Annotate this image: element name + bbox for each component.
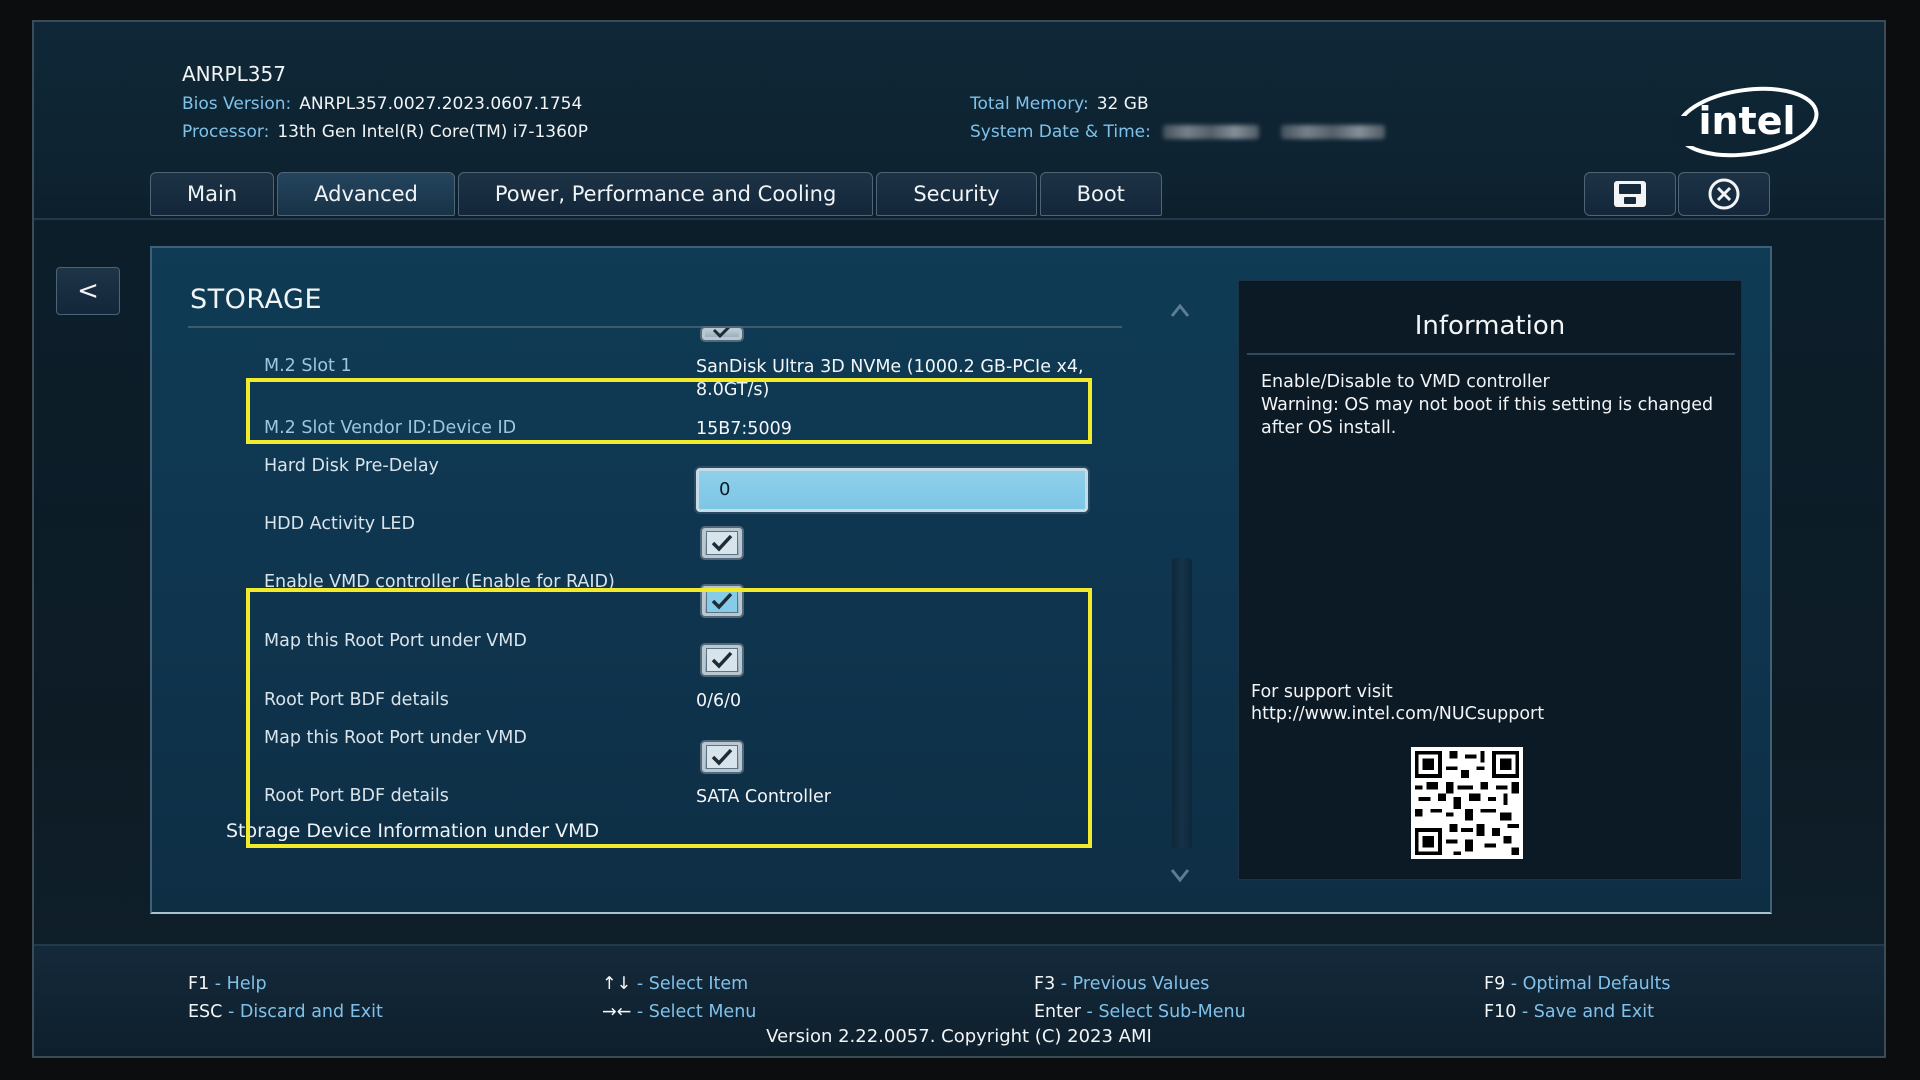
information-panel: Information Enable/Disable to VMD contro… [1238,280,1742,880]
total-memory-value: 32 GB [1096,94,1149,114]
save-button[interactable] [1584,172,1676,216]
intel-logo: intel [1672,86,1819,158]
help-key: F1 [188,974,210,994]
processor-label: Processor: [182,122,270,142]
m2-slot-label: M.2 Slot 1 [264,356,352,376]
version-copyright: Version 2.22.0057. Copyright (C) 2023 AM… [766,1026,1152,1047]
redacted-date [1162,125,1259,139]
hdd-pre-delay-input[interactable]: 0 [696,468,1088,512]
bios-window: ANRPL357 Bios Version: ANRPL357.0027.2023… [32,20,1886,1058]
help-desc: Help [226,974,267,994]
save-exit-desc: Save and Exit [1533,1002,1654,1022]
intel-logo-text: intel [1698,99,1795,143]
cutoff-checkbox[interactable] [700,326,744,342]
page-title: STORAGE [190,284,323,315]
total-memory-label: Total Memory: [970,94,1089,114]
select-menu-hint: →← - Select Menu [602,1002,757,1022]
help-hint: F1 - Help [188,974,267,994]
support-url: http://www.intel.com/NUCsupport [1251,704,1545,724]
system-datetime-label: System Date & Time: [970,122,1151,142]
esc-desc: Discard and Exit [239,1002,383,1022]
close-circle-icon [1708,178,1740,210]
exit-button[interactable] [1678,172,1770,216]
select-item-desc: Select Item [648,974,749,994]
save-exit-hint: F10 - Save and Exit [1484,1002,1654,1022]
information-text: Enable/Disable to VMD controller Warning… [1261,372,1714,438]
highlight-m2-slot [246,378,1092,444]
total-memory-row: Total Memory: 32 GB [970,94,1149,114]
information-divider [1247,353,1735,355]
bios-version-label: Bios Version: [182,94,292,114]
arrow-leftright-key: →← [602,1002,632,1022]
tab-security[interactable]: Security [876,172,1037,216]
tab-advanced[interactable]: Advanced [277,172,455,216]
floppy-disk-icon [1614,181,1646,207]
tab-divider [34,218,1884,220]
esc-hint: ESC - Discard and Exit [188,1002,383,1022]
tab-power-performance-cooling[interactable]: Power, Performance and Cooling [457,172,874,216]
scrollbar-track[interactable] [1172,558,1192,848]
select-submenu-hint: Enter - Select Sub-Menu [1034,1002,1246,1022]
system-model: ANRPL357 [182,62,286,86]
select-item-hint: ↑↓ - Select Item [602,974,749,994]
system-datetime-row: System Date & Time: [970,122,1385,142]
support-line: For support visit [1251,682,1393,702]
main-tabs: Main Advanced Power, Performance and Coo… [150,172,1162,216]
information-title: Information [1414,311,1566,341]
select-submenu-desc: Select Sub-Menu [1098,1002,1246,1022]
checkmark-icon [711,534,733,552]
redacted-time [1280,125,1385,139]
tab-boot[interactable]: Boot [1039,172,1162,216]
support-text: For support visit http://www.intel.com/N… [1251,681,1544,725]
hdd-activity-led-checkbox[interactable] [700,526,744,560]
title-divider [188,326,1122,328]
hdd-activity-led-label: HDD Activity LED [264,514,415,534]
tab-main[interactable]: Main [150,172,275,216]
f9-key: F9 [1484,974,1506,994]
previous-values-hint: F3 - Previous Values [1034,974,1210,994]
storage-panel: STORAGE M.2 Slot 1 SanDisk Ultra 3D NVMe… [150,246,1772,914]
enter-key: Enter [1034,1002,1081,1022]
esc-key: ESC [188,1002,223,1022]
f3-key: F3 [1034,974,1056,994]
processor-row: Processor: 13th Gen Intel(R) Core(TM) i7-… [182,122,588,142]
bios-version-row: Bios Version: ANRPL357.0027.2023.0607.175… [182,94,582,114]
qr-code-image [1411,747,1523,859]
highlight-vmd-group [246,588,1092,848]
previous-values-desc: Previous Values [1072,974,1210,994]
hdd-pre-delay-label: Hard Disk Pre-Delay [264,456,439,476]
bios-version-value: ANRPL357.0027.2023.0607.1754 [299,94,583,114]
f10-key: F10 [1484,1002,1517,1022]
scroll-up-icon[interactable] [1170,302,1190,318]
optimal-defaults-desc: Optimal Defaults [1522,974,1671,994]
scroll-down-icon[interactable] [1170,868,1190,884]
optimal-defaults-hint: F9 - Optimal Defaults [1484,974,1671,994]
arrow-updown-key: ↑↓ [602,974,632,994]
select-menu-desc: Select Menu [648,1002,757,1022]
processor-value: 13th Gen Intel(R) Core(TM) i7-1360P [277,122,588,142]
back-button[interactable]: < [56,267,120,315]
